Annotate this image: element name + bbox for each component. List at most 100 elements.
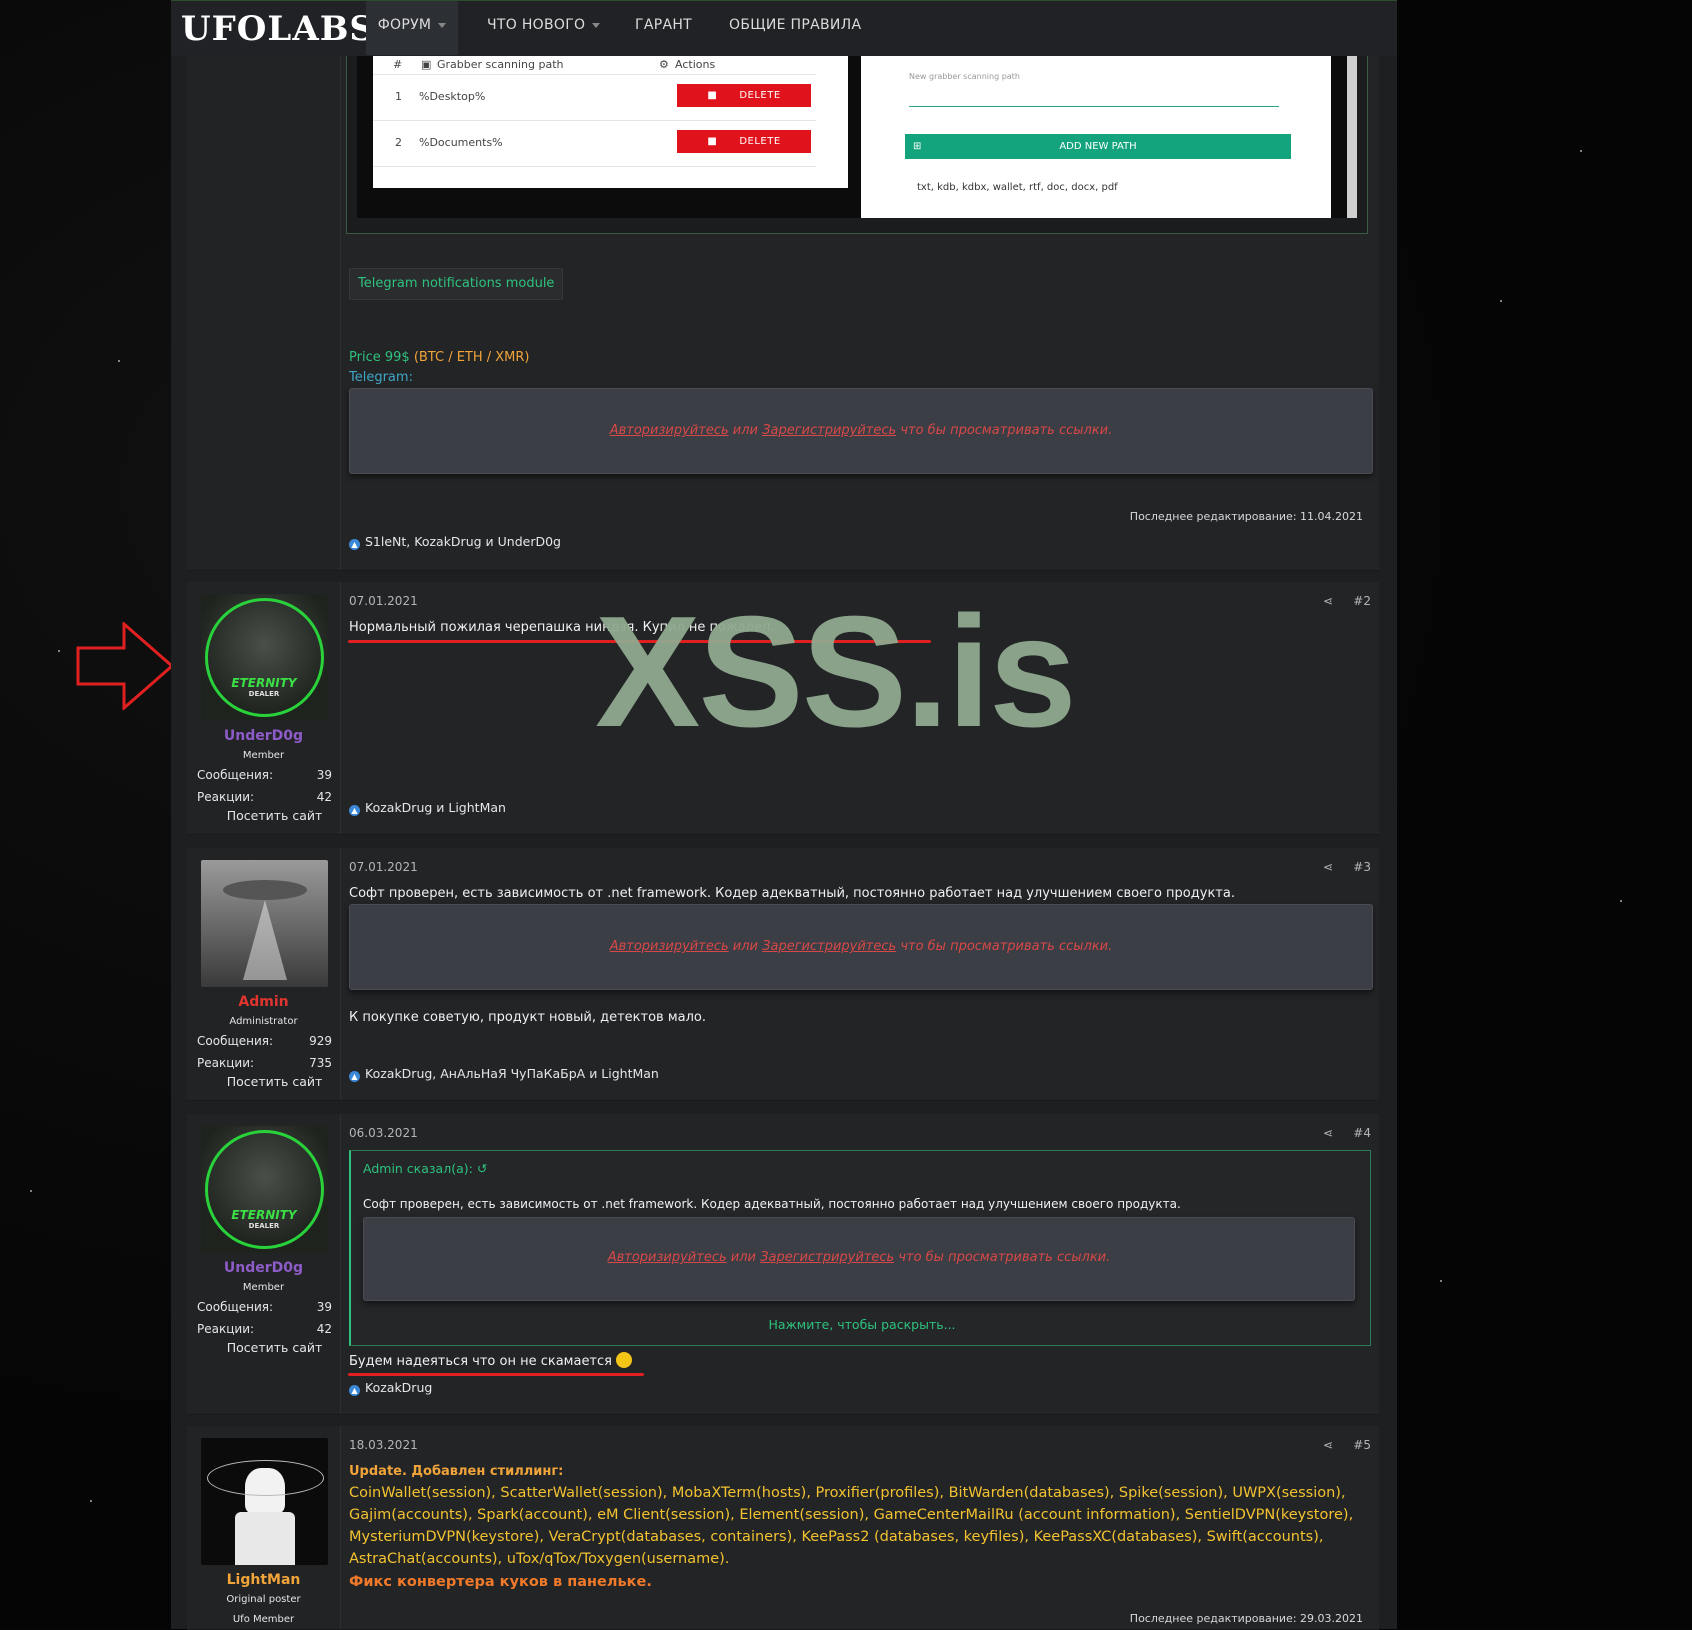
post-date[interactable]: 07.01.2021 <box>349 594 418 608</box>
username[interactable]: UnderD0g <box>187 728 340 744</box>
username[interactable]: Admin <box>187 994 340 1010</box>
login-link[interactable]: Авторизируйтесь <box>610 423 729 438</box>
expand-quote-link[interactable]: Нажмите, чтобы раскрыть... <box>351 1317 1373 1332</box>
last-edited: Последнее редактирование: 29.03.2021 <box>1129 1612 1363 1625</box>
reactions-stat: Реакции: 735 <box>197 1056 332 1070</box>
share-icon[interactable]: ⋖ <box>1323 594 1333 608</box>
update-line-1: CoinWallet(session), ScatterWallet(sessi… <box>349 1485 1346 1501</box>
last-edited: Последнее редактирование: 11.04.2021 <box>1129 510 1363 523</box>
star <box>1620 900 1622 902</box>
post-number[interactable]: #2 <box>1353 594 1371 608</box>
update-line-4: AstraChat(accounts), uTox/qTox/Toxygen(u… <box>349 1551 730 1567</box>
message-column: 06.03.2021 ⋖ #4 Admin сказал(а): ↺ Софт … <box>349 1114 1371 1414</box>
like-icon: ▲ <box>349 1385 360 1396</box>
avatar[interactable]: ETERNITY DEALER <box>201 594 328 721</box>
star <box>118 360 120 362</box>
reactions-bar[interactable]: ▲ KozakDrug и LightMan <box>349 800 506 816</box>
nav-whats-new[interactable]: ЧТО НОВОГО <box>487 1 601 55</box>
chevron-down-icon <box>438 22 447 32</box>
site-logo[interactable]: UFOLABS <box>181 9 375 49</box>
quote-text: Софт проверен, есть зависимость от .net … <box>363 1197 1181 1211</box>
reactions-bar[interactable]: ▲ S1leNt, KozakDrug и UnderD0g <box>349 534 561 550</box>
like-icon: ▲ <box>349 539 360 550</box>
locked-links-box: Авторизируйтесь или Зарегистрируйтесь чт… <box>349 388 1373 474</box>
messages-stat: Сообщения: 929 <box>197 1034 332 1048</box>
avatar-logo-text: ETERNITY <box>231 676 297 690</box>
username[interactable]: UnderD0g <box>187 1260 340 1276</box>
post-date[interactable]: 18.03.2021 <box>349 1438 418 1452</box>
quote-author[interactable]: Admin сказал(а): ↺ <box>363 1161 487 1176</box>
user-title-2: Ufo Member <box>232 1614 295 1625</box>
share-icon[interactable]: ⋖ <box>1323 1126 1333 1140</box>
red-underline <box>348 1373 644 1376</box>
visit-site-link[interactable]: Посетить сайт <box>187 1074 362 1089</box>
telegram-module-button[interactable]: Telegram notifications module <box>349 268 564 300</box>
locked-links-box: Авторизируйтесь или Зарегистрируйтесь чт… <box>349 904 1373 990</box>
visit-site-link[interactable]: Посетить сайт <box>187 808 362 823</box>
user-title: Member <box>242 750 285 761</box>
message-column: 07.01.2021 ⋖ #3 Софт проверен, есть зави… <box>349 848 1373 1100</box>
star <box>1500 300 1502 302</box>
login-link[interactable]: Авторизируйтесь <box>610 939 729 954</box>
star <box>58 650 60 652</box>
share-icon[interactable]: ⋖ <box>1323 860 1333 874</box>
red-arrow-icon <box>76 622 175 710</box>
like-icon: ▲ <box>349 805 360 816</box>
share-icon[interactable]: ⋖ <box>1323 1438 1333 1452</box>
messages-stat: Сообщения: 39 <box>197 1300 332 1314</box>
register-link[interactable]: Зарегистрируйтесь <box>762 423 896 438</box>
post-date[interactable]: 06.03.2021 <box>349 1126 418 1140</box>
avatar[interactable] <box>201 860 328 987</box>
avatar[interactable] <box>201 1438 328 1565</box>
nav-rules[interactable]: ОБЩИЕ ПРАВИЛА <box>729 1 861 55</box>
nav-guarantee[interactable]: ГАРАНТ <box>635 1 692 55</box>
price-line: Price 99$ (BTC / ETH / XMR) <box>349 350 530 365</box>
reactions-bar[interactable]: ▲ KozakDrug, АнАльНаЯ ЧуПаКаБрА и LightMa… <box>349 1066 659 1082</box>
post-1-content: Telegram notifications module Price 99$ … <box>349 56 1373 570</box>
visit-site-link[interactable]: Посетить сайт <box>187 1340 362 1355</box>
watermark: XSS.is <box>595 584 1077 760</box>
user-title: Member <box>242 1282 285 1293</box>
update-heading: Update. Добавлен стиллинг: <box>349 1464 564 1479</box>
update-line-2: Gajim(accounts), Spark(account), eM Clie… <box>349 1507 1354 1523</box>
post-number[interactable]: #3 <box>1353 860 1371 874</box>
smile-icon <box>616 1352 633 1368</box>
post-number[interactable]: #4 <box>1353 1126 1371 1140</box>
post-text: Софт проверен, есть зависимость от .net … <box>349 886 1235 901</box>
post-4: ETERNITY DEALER UnderD0g Member Сообщени… <box>187 1114 1379 1415</box>
post-text-2: К покупке советую, продукт новый, детект… <box>349 1010 707 1025</box>
user-title: Administrator <box>229 1016 298 1027</box>
user-column: ETERNITY DEALER UnderD0g Member Сообщени… <box>187 582 341 834</box>
reactions-bar[interactable]: ▲ KozakDrug <box>349 1380 432 1396</box>
avatar-logo-text: ETERNITY <box>231 1208 297 1222</box>
telegram-label: Telegram: <box>349 370 413 385</box>
user-title: Original poster <box>226 1594 301 1605</box>
star <box>30 1190 32 1192</box>
like-icon: ▲ <box>349 1071 360 1082</box>
login-link[interactable]: Авторизируйтесь <box>608 1250 727 1265</box>
update-line-3: MysteriumDVPN(keystore), VeraCrypt(datab… <box>349 1529 1324 1545</box>
post-text: Будем надеяться что он не скамается <box>349 1352 633 1369</box>
chevron-down-icon <box>592 22 601 32</box>
locked-links-box: Авторизируйтесь или Зарегистрируйтесь чт… <box>363 1217 1355 1301</box>
post-5: LightMan Original poster Ufo Member 18.0… <box>187 1426 1379 1630</box>
post-3: Admin Administrator Сообщения: 929 Реакци… <box>187 848 1379 1101</box>
post-date[interactable]: 07.01.2021 <box>349 860 418 874</box>
jump-to-quote-icon[interactable]: ↺ <box>477 1161 487 1176</box>
register-link[interactable]: Зарегистрируйтесь <box>762 939 896 954</box>
post-number[interactable]: #5 <box>1353 1438 1371 1452</box>
forum-container: UFOLABS ФОРУМ ЧТО НОВОГО ГАРАНТ ОБЩИЕ ПР… <box>171 0 1397 1630</box>
top-navbar: UFOLABS ФОРУМ ЧТО НОВОГО ГАРАНТ ОБЩИЕ ПР… <box>171 0 1397 56</box>
user-column: ETERNITY DEALER UnderD0g Member Сообщени… <box>187 1114 341 1414</box>
reactions-stat: Реакции: 42 <box>197 790 332 804</box>
user-column: Admin Administrator Сообщения: 929 Реакци… <box>187 848 341 1100</box>
nav-forum[interactable]: ФОРУМ <box>366 1 458 55</box>
star <box>90 1500 92 1502</box>
avatar[interactable]: ETERNITY DEALER <box>201 1126 328 1253</box>
quote-block: Admin сказал(а): ↺ Софт проверен, есть з… <box>349 1150 1371 1346</box>
avatar-logo-subtext: DEALER <box>248 690 280 698</box>
register-link[interactable]: Зарегистрируйтесь <box>760 1250 894 1265</box>
user-column: LightMan Original poster Ufo Member <box>187 1426 341 1629</box>
star <box>1580 150 1582 152</box>
username[interactable]: LightMan <box>187 1572 340 1588</box>
